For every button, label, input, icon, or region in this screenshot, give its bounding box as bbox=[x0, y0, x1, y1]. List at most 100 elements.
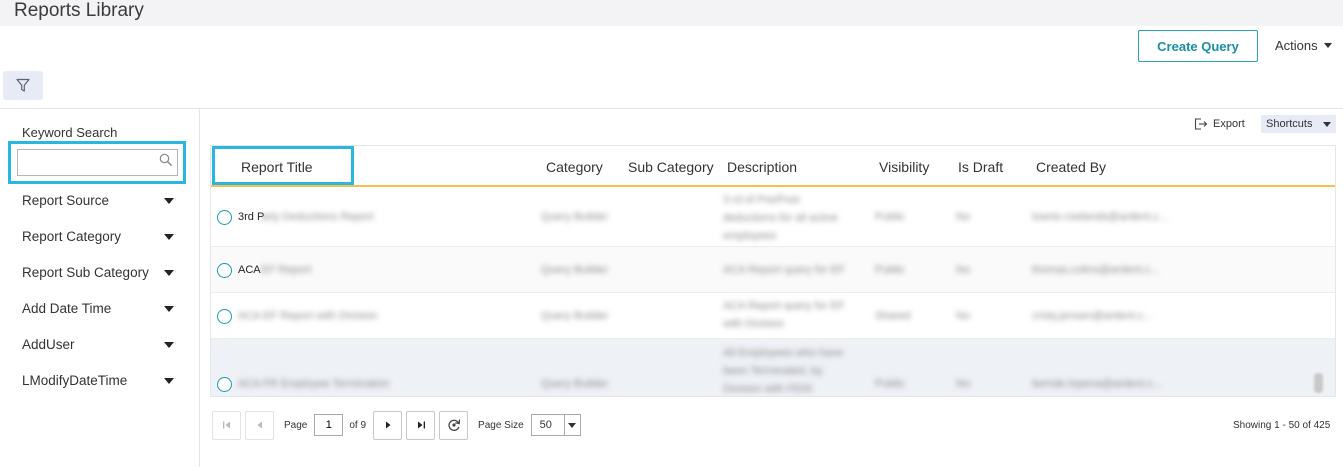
visibility-cell: Shared bbox=[875, 310, 911, 322]
page-title: Reports Library bbox=[14, 0, 144, 21]
export-button[interactable]: Export bbox=[1194, 118, 1245, 130]
created-by-cell: lowrie.rowlands@ardent.c... bbox=[1032, 211, 1168, 223]
export-label: Export bbox=[1213, 118, 1245, 130]
table-row[interactable]: ACA FR Employee Termination Query Builde… bbox=[211, 339, 1335, 396]
shortcuts-dropdown[interactable]: Shortcuts bbox=[1261, 115, 1336, 133]
actions-label: Actions bbox=[1275, 38, 1318, 53]
funnel-icon bbox=[16, 78, 30, 92]
category-cell: Query Builder bbox=[541, 378, 609, 390]
facet-label: Report Sub Category bbox=[22, 265, 149, 280]
chevron-down-icon bbox=[164, 269, 174, 276]
chevron-down-icon bbox=[164, 341, 174, 348]
prev-page-button[interactable] bbox=[245, 410, 274, 440]
description-cell: 3 rd of Pre/Post deductions for all acti… bbox=[723, 191, 863, 245]
search-icon[interactable] bbox=[159, 153, 173, 167]
column-header-visibility[interactable]: Visibility bbox=[879, 159, 929, 175]
facet-label: LModifyDateTime bbox=[22, 373, 128, 388]
description-line: All Employees who have bbox=[723, 347, 843, 359]
description-line: employees bbox=[723, 230, 777, 242]
shortcuts-label: Shortcuts bbox=[1266, 118, 1313, 130]
keyword-search-label: Keyword Search bbox=[22, 125, 118, 140]
column-header-category[interactable]: Category bbox=[546, 159, 603, 175]
is-draft-cell: No bbox=[956, 378, 971, 390]
refresh-button[interactable] bbox=[439, 410, 469, 440]
chevron-down-icon bbox=[1323, 43, 1332, 48]
next-page-button[interactable] bbox=[373, 410, 403, 440]
description-cell: ACA Report query for EF bbox=[723, 261, 863, 279]
report-title-prefix: ACA bbox=[238, 264, 261, 276]
table-row[interactable]: ACA EF Report Query Builder ACA Report q… bbox=[211, 247, 1335, 293]
description-line: Division with FEIN bbox=[723, 383, 813, 395]
facet-label: AddUser bbox=[22, 337, 75, 352]
category-cell: Query Builder bbox=[541, 310, 609, 322]
table-row[interactable]: 3rd P arty Deductions Report Query Build… bbox=[211, 188, 1335, 247]
description-line: with Division bbox=[723, 318, 785, 330]
created-by-cell: cristy.jensen@ardent.c... bbox=[1032, 310, 1153, 322]
page-label: Page bbox=[284, 419, 308, 431]
row-select-radio[interactable] bbox=[217, 210, 232, 225]
column-header-created-by[interactable]: Created By bbox=[1036, 159, 1106, 175]
created-by-cell: thomas.colins@ardent.c... bbox=[1032, 264, 1160, 276]
last-page-button[interactable] bbox=[406, 410, 436, 440]
description-line: 3 rd of Pre/Post bbox=[723, 194, 800, 206]
is-draft-cell: No bbox=[956, 211, 971, 223]
description-line: deductions for all active bbox=[723, 212, 838, 224]
visibility-cell: Public bbox=[875, 378, 905, 390]
description-line: ACA Report query for EF bbox=[723, 300, 845, 312]
refresh-icon bbox=[448, 419, 460, 431]
description-line: ACA Report query for EF bbox=[723, 264, 845, 276]
first-page-button[interactable] bbox=[212, 410, 241, 440]
facet-report-sub-category[interactable]: Report Sub Category bbox=[22, 265, 174, 280]
report-title: EF Report bbox=[261, 264, 312, 276]
facet-label: Report Source bbox=[22, 193, 110, 208]
grid-scrollbar[interactable] bbox=[1314, 373, 1323, 393]
first-page-icon bbox=[222, 421, 230, 429]
column-header-description[interactable]: Description bbox=[727, 159, 797, 175]
column-header-is-draft[interactable]: Is Draft bbox=[958, 159, 1003, 175]
facet-label: Report Category bbox=[22, 229, 122, 244]
actions-menu[interactable]: Actions bbox=[1275, 38, 1332, 53]
description-cell: ACA Report query for EF with Division bbox=[723, 297, 863, 333]
row-select-radio[interactable] bbox=[217, 263, 232, 278]
next-page-icon bbox=[385, 421, 391, 429]
column-header-sub-category[interactable]: Sub Category bbox=[628, 159, 714, 175]
facet-lmodify-date-time[interactable]: LModifyDateTime bbox=[22, 373, 174, 388]
row-select-radio[interactable] bbox=[217, 377, 232, 392]
is-draft-cell: No bbox=[956, 264, 971, 276]
export-icon bbox=[1194, 118, 1208, 130]
last-page-icon bbox=[417, 421, 425, 429]
create-query-button[interactable]: Create Query bbox=[1138, 30, 1258, 62]
filter-toggle-button[interactable] bbox=[3, 71, 43, 100]
pagination-bar: Page of 9 Page Size 50 bbox=[212, 410, 581, 440]
chevron-down-icon bbox=[568, 422, 577, 428]
created-by-cell: bemde.lopena@ardent.c... bbox=[1032, 378, 1162, 390]
title-bar bbox=[0, 0, 1343, 26]
report-title: ACA EF Report with Division bbox=[238, 310, 378, 322]
report-title: arty Deductions Report bbox=[261, 211, 374, 223]
page-size-select[interactable]: 50 bbox=[530, 414, 581, 436]
is-draft-cell: No bbox=[956, 310, 971, 322]
facet-add-user[interactable]: AddUser bbox=[22, 337, 174, 352]
page-number-input[interactable] bbox=[314, 414, 344, 436]
row-select-radio[interactable] bbox=[217, 309, 232, 324]
showing-count: Showing 1 - 50 of 425 bbox=[1233, 420, 1331, 431]
table-row[interactable]: ACA EF Report with Division Query Builde… bbox=[211, 293, 1335, 339]
reports-grid: Report Title Category Sub Category Descr… bbox=[210, 145, 1336, 397]
chevron-down-icon bbox=[164, 305, 174, 312]
category-cell: Query Builder bbox=[541, 211, 609, 223]
facet-add-date-time[interactable]: Add Date Time bbox=[22, 301, 174, 316]
facet-label: Add Date Time bbox=[22, 301, 112, 316]
dropdown-toggle[interactable] bbox=[563, 415, 580, 435]
report-title-highlight bbox=[212, 146, 354, 185]
category-cell: Query Builder bbox=[541, 264, 609, 276]
chevron-down-icon bbox=[1323, 121, 1331, 127]
sidebar-divider bbox=[199, 108, 200, 467]
grid-header: Report Title Category Sub Category Descr… bbox=[211, 146, 1335, 187]
page-size-label: Page Size bbox=[478, 419, 524, 431]
prev-page-icon bbox=[257, 421, 262, 429]
visibility-cell: Public bbox=[875, 264, 905, 276]
facet-report-category[interactable]: Report Category bbox=[22, 229, 174, 244]
facet-report-source[interactable]: Report Source bbox=[22, 193, 174, 208]
keyword-search-input[interactable] bbox=[17, 149, 178, 176]
report-title: ACA FR Employee Termination bbox=[238, 378, 390, 390]
